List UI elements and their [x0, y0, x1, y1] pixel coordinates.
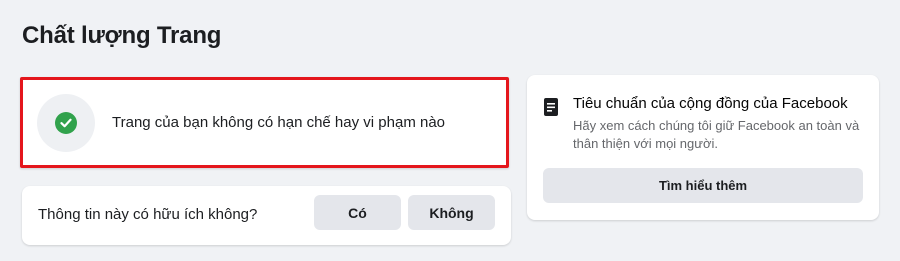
standards-description: Hãy xem cách chúng tôi giữ Facebook an t…: [573, 118, 860, 151]
page-status-card: Trang của bạn không có hạn chế hay vi ph…: [20, 77, 509, 168]
document-icon: [543, 97, 559, 117]
standards-title: Tiêu chuẩn của cộng đồng của Facebook: [573, 95, 848, 112]
status-icon-container: [37, 94, 95, 152]
status-message: Trang của bạn không có hạn chế hay vi ph…: [112, 114, 446, 131]
check-circle-icon: [55, 112, 77, 134]
feedback-card: Thông tin này có hữu ích không? Có Không: [22, 186, 511, 245]
feedback-question: Thông tin này có hữu ích không?: [38, 206, 258, 223]
yes-button[interactable]: Có: [314, 195, 401, 230]
learn-more-button[interactable]: Tìm hiểu thêm: [543, 168, 863, 203]
no-button[interactable]: Không: [408, 195, 495, 230]
page-title: Chất lượng Trang: [22, 22, 222, 49]
community-standards-card: Tiêu chuẩn của cộng đồng của Facebook Hã…: [527, 75, 879, 220]
